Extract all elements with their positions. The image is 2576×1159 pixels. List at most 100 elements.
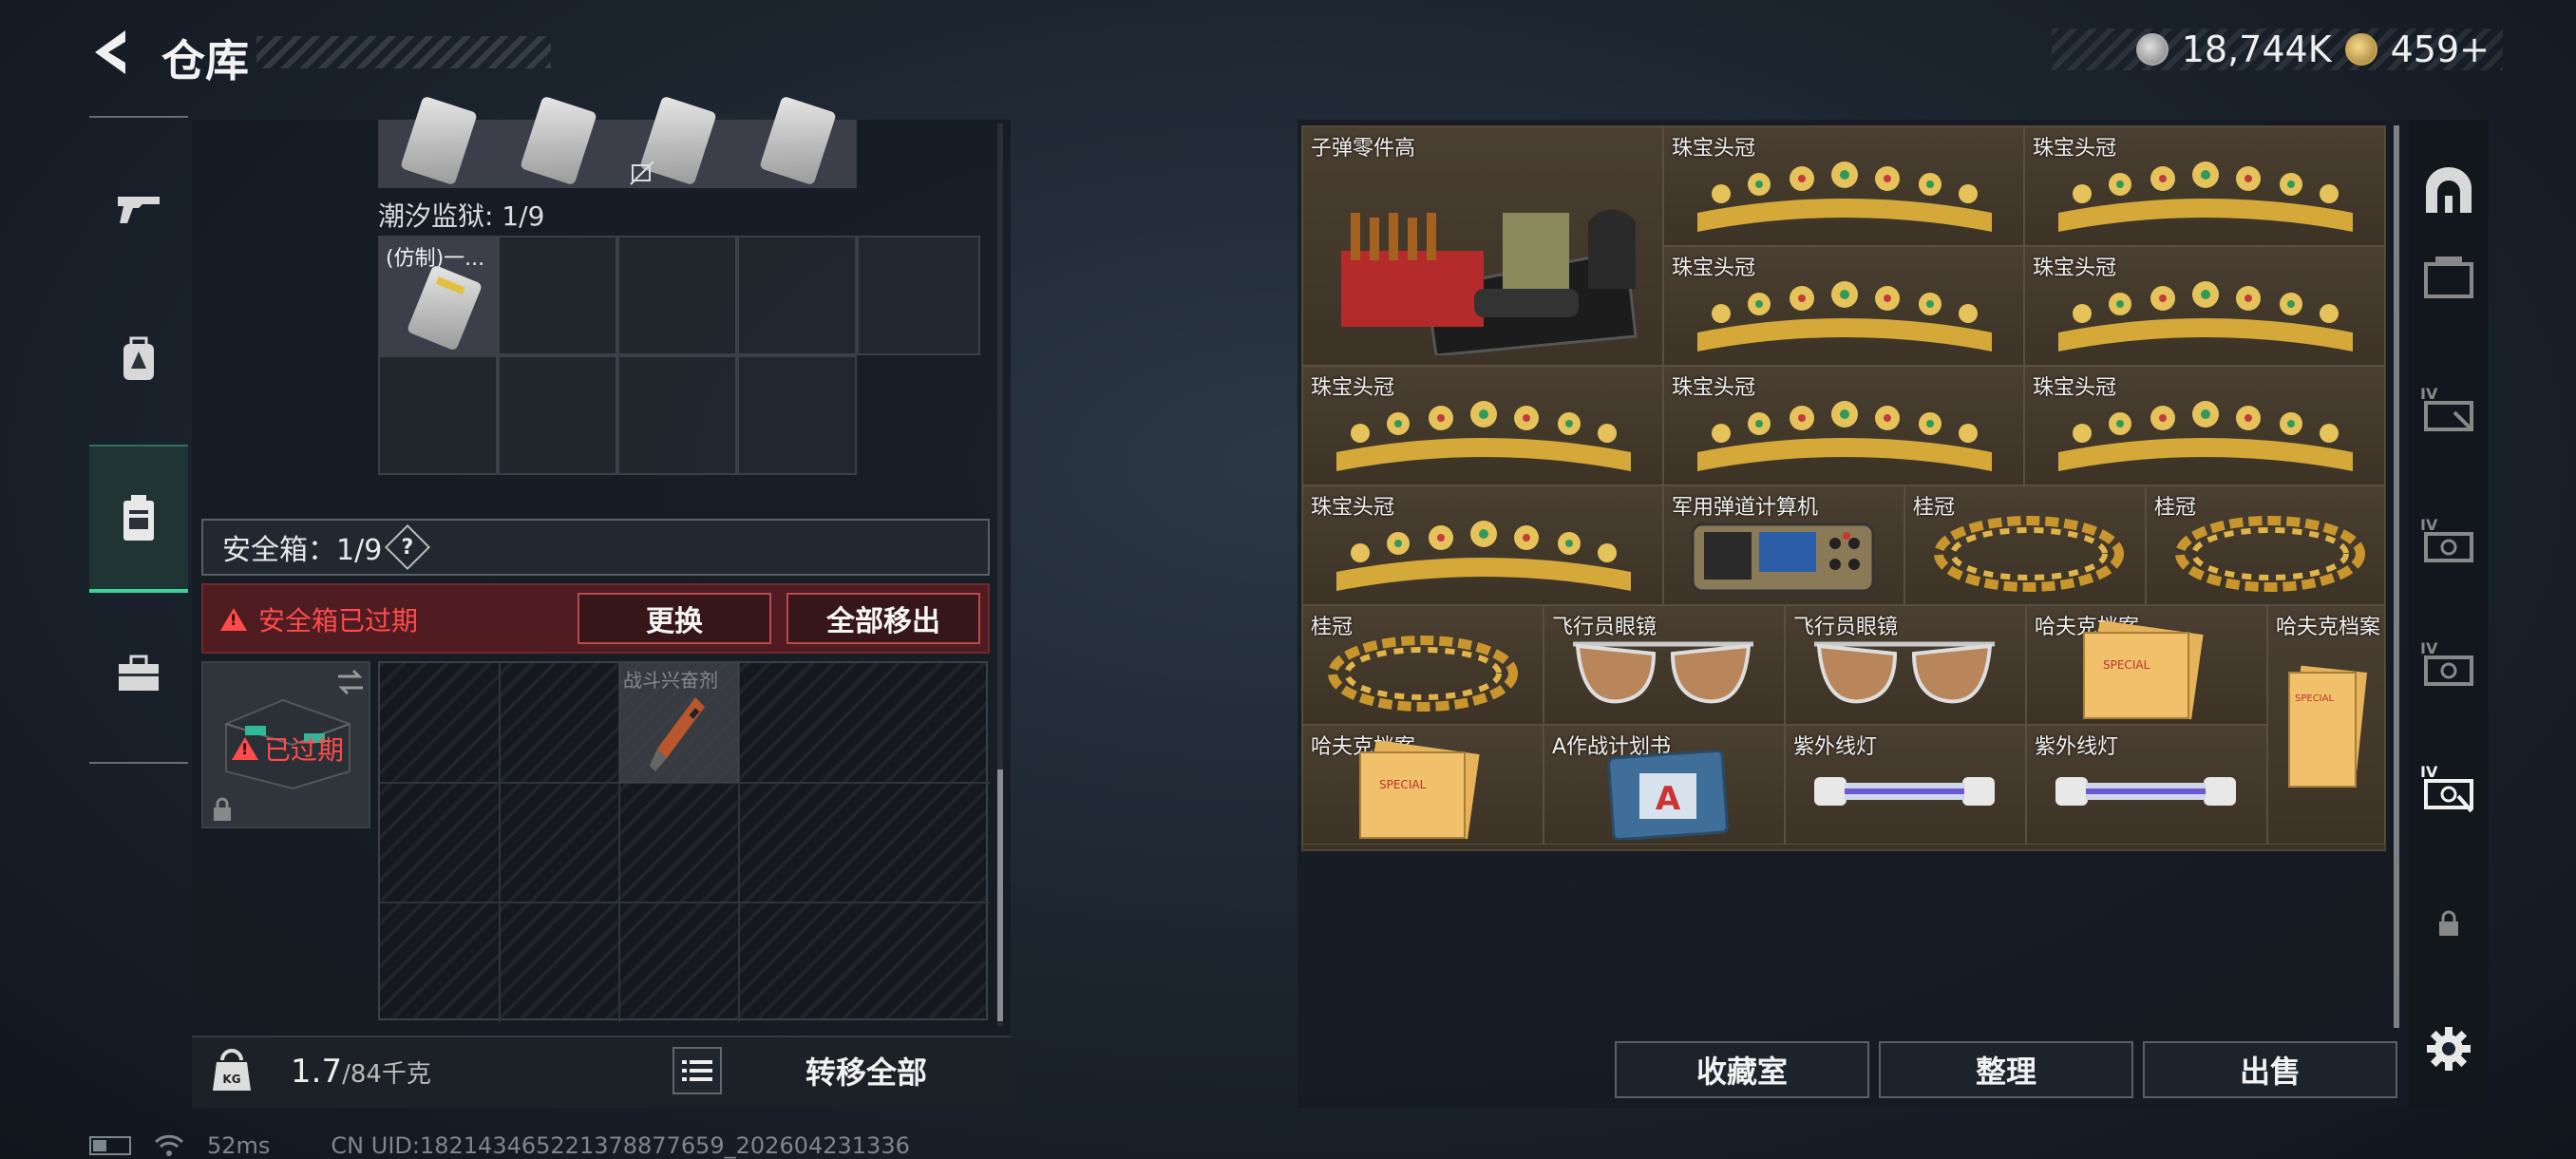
inventory-slot[interactable]: (仿制)一... (378, 236, 498, 355)
tiara-icon (2058, 281, 2353, 352)
stash-item-aviator-glasses[interactable]: 飞行员眼镜 (1785, 605, 2026, 725)
replace-button[interactable]: 更换 (578, 593, 771, 644)
stash-item-laurel[interactable]: 桂冠 (1904, 485, 2146, 605)
list-icon (682, 1060, 712, 1081)
svg-text:SPECIAL: SPECIAL (1379, 778, 1427, 791)
tiara-icon (1697, 281, 1992, 352)
stimulant-label: 战斗兴奋剂 (623, 669, 718, 692)
stash-item-haavk-files[interactable]: 哈夫克档案 SPECIAL (2267, 605, 2385, 845)
inventory-slot[interactable] (498, 355, 617, 475)
inventory-slot[interactable] (737, 355, 857, 475)
aviator-glasses-icon (1573, 641, 1753, 704)
left-scrollbar-thumb[interactable] (997, 770, 1003, 1021)
swap-arrows-icon[interactable] (334, 669, 367, 695)
stash-item-ballistic-computer[interactable]: 军用弹道计算机 (1663, 485, 1904, 605)
item-label: 紫外线灯 (2035, 735, 2119, 759)
stash-item-haavk-files[interactable]: 哈夫克档案 SPECIAL (2026, 605, 2267, 725)
tab-stash-iv-b[interactable]: IV (2413, 504, 2485, 576)
gold-currency-value[interactable]: 459+ (2391, 28, 2490, 70)
left-category-tabs (89, 116, 188, 764)
tab-stash-1[interactable] (2413, 241, 2485, 314)
tiara-icon (2058, 401, 2353, 471)
card-item-icon (406, 264, 483, 352)
tab-gear[interactable] (89, 308, 188, 412)
expansion-case-icon: IV (2420, 516, 2473, 562)
inventory-slot[interactable] (737, 236, 857, 355)
stash-item-tiara[interactable]: 珠宝头冠 (2024, 126, 2385, 246)
expansion-case-icon: IV (2420, 639, 2473, 686)
stash-item-operation-plan[interactable]: A作战计划书 A (1544, 725, 1785, 845)
stash-item-laurel[interactable]: 桂冠 (1302, 605, 1544, 725)
stash-item-uv-lamp[interactable]: 紫外线灯 (1785, 725, 2026, 845)
expansion-case-icon: IV (2420, 385, 2473, 431)
stash-item-aviator-glasses[interactable]: 飞行员眼镜 (1544, 605, 1785, 725)
inventory-slot[interactable] (498, 236, 617, 355)
weight-readout: 1.7/84千克 (291, 1053, 431, 1091)
tab-safebox[interactable] (89, 445, 188, 593)
tab-stash-iv-a[interactable]: IV (2413, 372, 2485, 445)
files-icon: SPECIAL (1359, 741, 1480, 840)
inventory-slot[interactable] (617, 236, 737, 355)
collection-room-button[interactable]: 收藏室 (1615, 1041, 1869, 1098)
inventory-slot[interactable] (617, 355, 737, 475)
stash-item-laurel[interactable]: 桂冠 (2146, 485, 2385, 605)
svg-text:IV: IV (2420, 385, 2438, 403)
safebox-grid: 战斗兴奋剂 (378, 661, 990, 1022)
uv-lamp-icon (2055, 777, 2236, 806)
help-icon[interactable]: ? (385, 523, 431, 571)
list-view-button[interactable] (672, 1047, 722, 1094)
laurel-icon (1934, 516, 2124, 592)
stash-item-uv-lamp[interactable]: 紫外线灯 (2026, 725, 2267, 845)
stash-item-tiara[interactable]: 珠宝头冠 (2024, 246, 2385, 366)
tab-weapons[interactable] (89, 156, 188, 260)
stash-item-tiara[interactable]: 珠宝头冠 (1302, 485, 1663, 605)
move-all-out-button[interactable]: 全部移出 (786, 593, 980, 644)
card-item-icon (520, 95, 597, 186)
inventory-slot[interactable] (378, 95, 498, 188)
page-title: 仓库 (161, 35, 249, 86)
svg-text:IV: IV (2420, 763, 2438, 781)
inventory-slot[interactable] (498, 95, 617, 188)
operation-plan-icon: A (1607, 749, 1729, 840)
title-stripe-decoration (256, 36, 551, 68)
stash-item-tiara[interactable]: 珠宝头冠 (1663, 366, 2024, 485)
tab-stash-iv-c[interactable]: IV (2413, 627, 2485, 699)
item-label: 紫外线灯 (1793, 735, 1878, 759)
tab-stash-main[interactable] (2413, 156, 2485, 228)
stash-item-haavk-files[interactable]: 哈夫克档案 SPECIAL (1302, 725, 1544, 845)
weight-current: 1.7 (291, 1053, 343, 1091)
tab-toolbox[interactable] (89, 621, 188, 726)
inventory-slot[interactable] (378, 355, 498, 475)
tab-stash-locked[interactable] (2413, 887, 2485, 960)
back-arrow-icon[interactable] (87, 25, 137, 80)
currency-bar: 18,744K 459+ (2052, 28, 2503, 70)
stash-item-tiara[interactable]: 珠宝头冠 (2024, 366, 2385, 485)
gold-coin-icon (2344, 33, 2377, 66)
stash-item-tiara[interactable]: 珠宝头冠 (1663, 126, 2024, 246)
weight-kg-icon: KG (213, 1049, 251, 1091)
settings-button[interactable] (2413, 1013, 2485, 1085)
tiara-icon (2058, 162, 2353, 232)
inventory-slot[interactable] (737, 95, 857, 188)
wifi-icon (154, 1134, 184, 1156)
sell-button[interactable]: 出售 (2143, 1041, 2397, 1098)
stimulant-slot[interactable]: 战斗兴奋剂 (619, 663, 739, 783)
inventory-slot[interactable] (857, 236, 980, 355)
backpack-icon (123, 336, 154, 380)
stash-item-ammo-parts[interactable]: 子弹零件高 (1302, 126, 1663, 366)
stash-item-tiara[interactable]: 珠宝头冠 (1663, 246, 2024, 366)
stash-item-tiara[interactable]: 珠宝头冠 (1302, 366, 1663, 485)
organize-button[interactable]: 整理 (1879, 1041, 2133, 1098)
battery-icon (89, 1136, 131, 1155)
expired-badge: 已过期 (232, 730, 344, 768)
safebox-slot[interactable]: 已过期 (201, 661, 370, 828)
right-scrollbar-thumb[interactable] (2394, 125, 2399, 1028)
tab-stash-iv-active[interactable]: IV (2413, 752, 2485, 825)
svg-text:IV: IV (2420, 639, 2438, 657)
warning-icon (232, 737, 258, 760)
card-item-icon (400, 95, 478, 186)
transfer-all-button[interactable]: 转移全部 (733, 1041, 999, 1100)
weight-icon-text: KG (222, 1073, 240, 1086)
help-glyph: ? (401, 535, 414, 560)
inventory-slot[interactable] (617, 95, 737, 188)
